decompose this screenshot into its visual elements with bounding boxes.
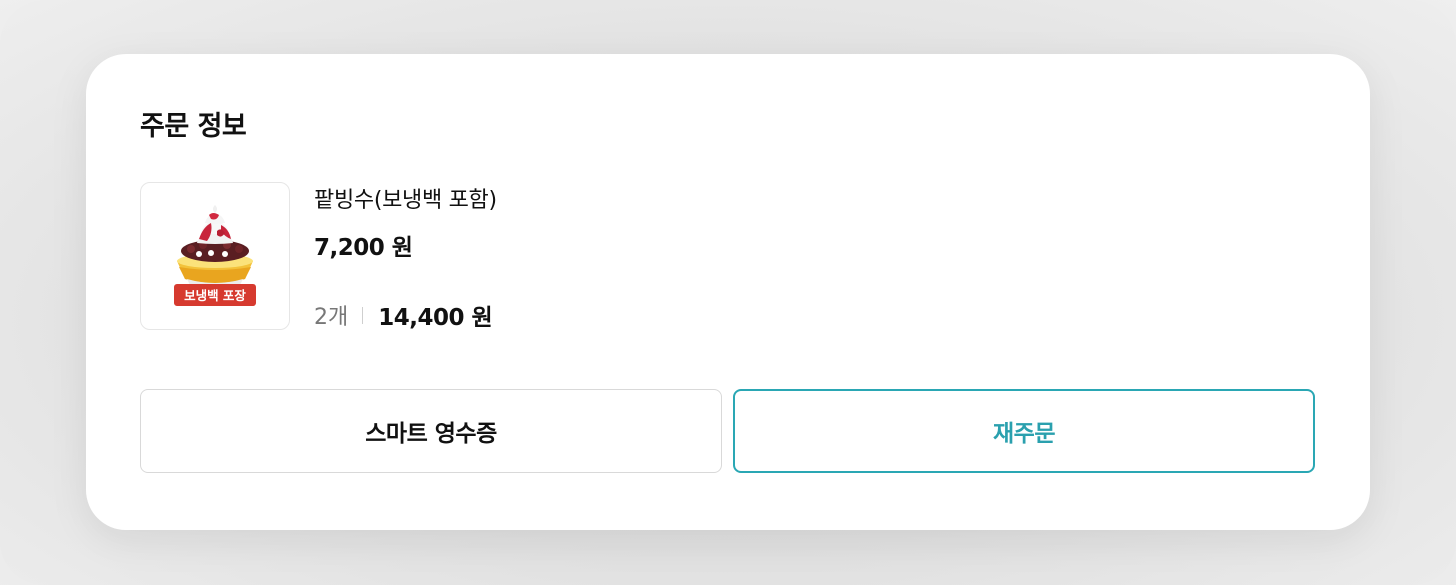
divider	[362, 306, 364, 324]
product-thumbnail[interactable]: 보냉백 포장	[140, 182, 290, 330]
item-unit-price: 7,200 원	[314, 235, 413, 261]
bingsu-icon: 보냉백 포장	[174, 205, 256, 306]
quantity-total-row: 2개 14,400 원	[314, 298, 493, 332]
item-total-price: 14,400 원	[378, 305, 493, 331]
reorder-button[interactable]: 재주문	[733, 389, 1315, 473]
item-name: 팥빙수(보냉백 포함)	[314, 188, 497, 213]
section-title: 주문 정보	[140, 111, 247, 142]
item-quantity: 2개	[314, 305, 349, 330]
smart-receipt-button[interactable]: 스마트 영수증	[140, 389, 722, 473]
image-badge-text: 보냉백 포장	[184, 288, 246, 303]
order-info-card: 주문 정보 보냉백 포장 팥빙수(보냉백 포함) 7,200 원 2개 14,4…	[86, 54, 1370, 530]
